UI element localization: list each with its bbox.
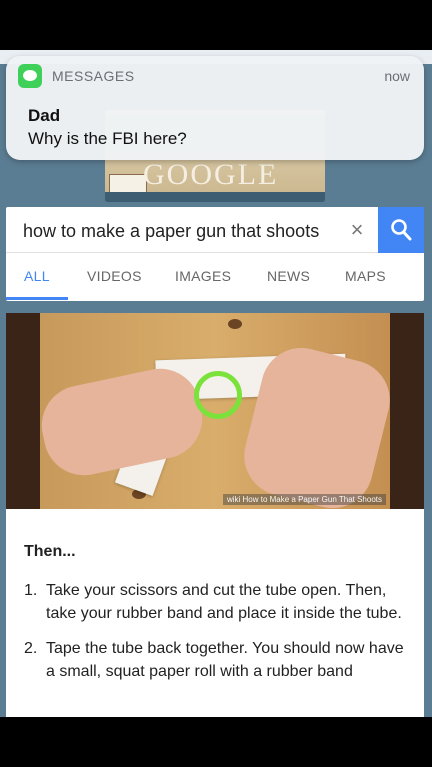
wood-knot	[228, 319, 242, 329]
list-item: 2. Tape the tube back together. You shou…	[24, 637, 414, 683]
notification-app-name: MESSAGES	[52, 68, 135, 84]
search-box: how to make a paper gun that shoots ×	[6, 207, 424, 253]
tab-maps[interactable]: MAPS	[345, 268, 386, 284]
doodle-water	[105, 192, 325, 202]
video-caption: wiki How to Make a Paper Gun That Shoots	[222, 494, 386, 505]
list-number: 1.	[24, 582, 38, 599]
tab-videos[interactable]: VIDEOS	[87, 268, 142, 284]
result-video-thumbnail[interactable]: wiki How to Make a Paper Gun That Shoots	[6, 313, 424, 509]
search-tabs: ALL VIDEOS IMAGES NEWS MAPS	[6, 254, 424, 301]
search-card: how to make a paper gun that shoots × AL…	[6, 207, 424, 301]
search-icon	[391, 219, 412, 241]
list-number: 2.	[24, 640, 38, 657]
result-card: wiki How to Make a Paper Gun That Shoots…	[6, 313, 424, 717]
search-button[interactable]	[378, 207, 424, 253]
active-tab-indicator	[6, 297, 68, 300]
notification-time: now	[384, 68, 410, 84]
snippet-heading: Then...	[24, 543, 76, 560]
list-text: Tape the tube back together. You should …	[46, 640, 404, 680]
notification-message: Why is the FBI here?	[28, 129, 187, 148]
list-text: Take your scissors and cut the tube open…	[46, 582, 402, 622]
doodle-logo-text: GOOGLE	[143, 158, 279, 191]
messages-app-icon	[18, 64, 42, 88]
message-notification[interactable]: MESSAGES now Dad Why is the FBI here?	[6, 56, 424, 160]
highlight-circle	[194, 371, 242, 419]
notification-header: MESSAGES now	[18, 64, 410, 88]
notification-sender: Dad	[28, 106, 61, 125]
tab-all[interactable]: ALL	[24, 268, 50, 284]
clear-icon[interactable]: ×	[346, 217, 368, 243]
tab-images[interactable]: IMAGES	[175, 268, 231, 284]
list-item: 1. Take your scissors and cut the tube o…	[24, 579, 414, 625]
tab-news[interactable]: NEWS	[267, 268, 310, 284]
search-input[interactable]: how to make a paper gun that shoots	[23, 221, 319, 242]
result-snippet: Then... 1. Take your scissors and cut th…	[24, 543, 414, 695]
